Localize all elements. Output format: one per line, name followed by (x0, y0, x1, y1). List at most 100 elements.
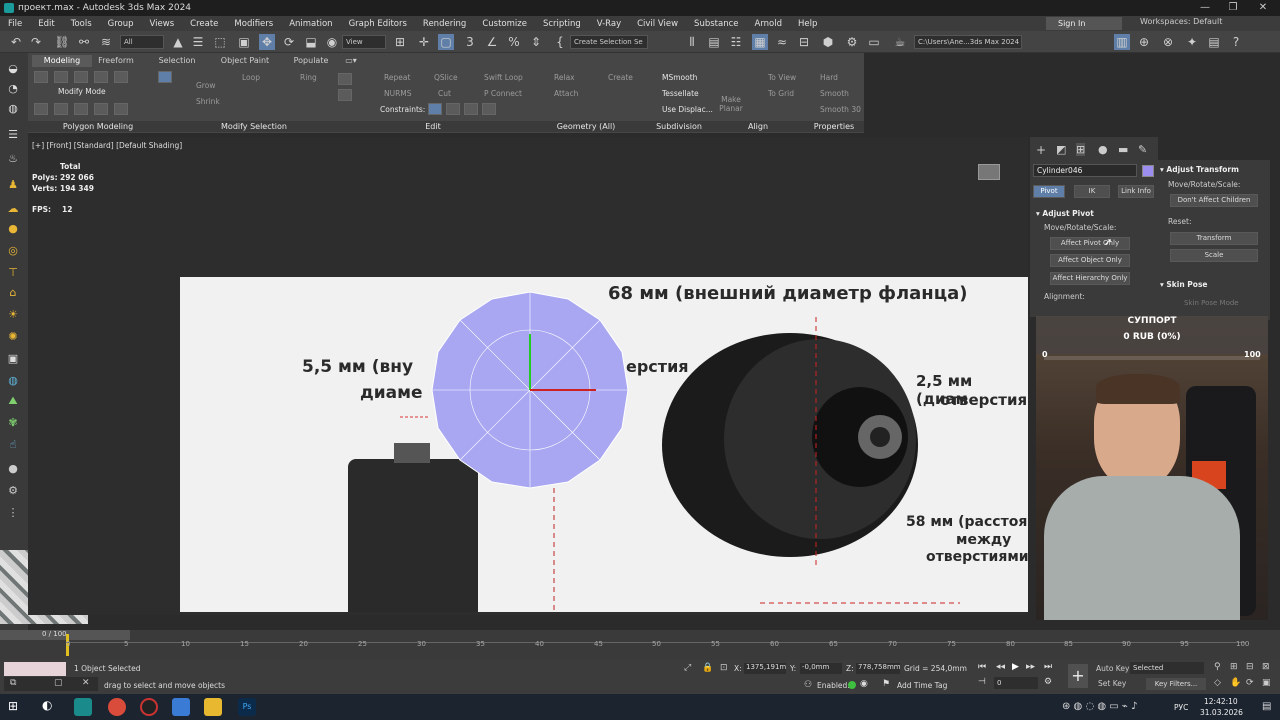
affect-object-only-button[interactable]: Affect Object Only (1050, 254, 1130, 267)
time-tag-circle-icon[interactable]: ◉ (860, 679, 868, 689)
zoom-extents-all-icon[interactable]: ⊠ (1262, 662, 1270, 672)
grass-icon[interactable]: ✾ (5, 415, 21, 431)
use-displace-button[interactable]: Use Displac... (662, 105, 713, 114)
mirror-icon[interactable]: ⫴ (684, 34, 700, 50)
constraint-normal-button[interactable] (482, 103, 496, 115)
time-config-icon[interactable]: ⚙ (1044, 677, 1052, 687)
ik-tab-button[interactable]: IK (1074, 185, 1110, 198)
repeat-button[interactable]: Repeat (384, 73, 410, 82)
edit-tool-a[interactable] (338, 73, 352, 85)
ribbon-options-icon[interactable]: ▭▾ (344, 55, 358, 67)
isolate-icon[interactable]: ⤢ (684, 663, 691, 673)
edit-tool-b[interactable] (338, 89, 352, 101)
sun-alt-icon[interactable]: ✺ (5, 329, 21, 345)
tab-populate[interactable]: Populate (284, 55, 338, 67)
maximize-viewport-icon[interactable]: ▣ (1262, 678, 1271, 688)
snaps-toggle-icon[interactable]: 3 (462, 34, 478, 50)
3dsmax-taskbar-icon[interactable] (74, 698, 92, 716)
script-icon[interactable]: ⧉ (10, 678, 16, 688)
explorer-taskbar-icon[interactable] (204, 698, 222, 716)
reference-coord-dropdown[interactable]: View (342, 35, 386, 49)
display-tab-icon[interactable]: ▬ (1118, 143, 1128, 156)
minimize-button[interactable]: — (1192, 0, 1218, 16)
constraint-none-button[interactable] (428, 103, 442, 115)
z-coordinate-field[interactable]: 778,758mm (856, 663, 901, 674)
selection-lock-icon[interactable]: 🔒 (702, 663, 713, 673)
workspaces-dropdown[interactable]: Workspaces: Default (1140, 17, 1222, 26)
sun-icon[interactable]: ☀ (5, 307, 21, 323)
object-name-field[interactable]: Cylinder046 (1033, 164, 1137, 177)
tab-selection[interactable]: Selection (148, 55, 206, 67)
edit-named-sets-icon[interactable]: { (552, 34, 568, 50)
script-close-icon[interactable]: ✕ (82, 678, 90, 688)
group-geometry[interactable]: Geometry (All) (526, 121, 646, 132)
menu-edit[interactable]: Edit (30, 19, 62, 29)
clock-date[interactable]: 31.03.2026 (1200, 708, 1243, 717)
menu-views[interactable]: Views (142, 19, 183, 29)
reset-scale-button[interactable]: Scale (1170, 249, 1258, 262)
play-icon[interactable]: ▶ (1012, 662, 1019, 672)
key-filters-button[interactable]: Key Filters... (1146, 678, 1206, 690)
loop-button[interactable]: Loop (242, 73, 260, 82)
hierarchy-tab-icon[interactable]: ⊞ (1076, 143, 1086, 156)
object-color-swatch[interactable] (1142, 165, 1154, 177)
windows-start-icon[interactable]: ⊞ (8, 699, 18, 713)
maxscript-listener[interactable] (4, 662, 66, 676)
msmooth-button[interactable]: MSmooth (662, 73, 697, 82)
zoom-icon[interactable]: ⚲ (1214, 662, 1221, 672)
grow-button[interactable]: Grow (196, 81, 215, 90)
time-tag-icon[interactable]: ⚇ (804, 680, 812, 690)
dont-affect-children-button[interactable]: Don't Affect Children (1170, 194, 1258, 207)
omni-light-icon[interactable]: ◎ (5, 243, 21, 259)
menu-substance[interactable]: Substance (686, 19, 746, 29)
ribbon-toggle-icon[interactable]: ▦ (752, 34, 768, 50)
edge-mode-button[interactable] (54, 71, 68, 83)
place-icon[interactable]: ◉ (324, 34, 340, 50)
menu-graph-editors[interactable]: Graph Editors (341, 19, 415, 29)
reset-transform-button[interactable]: Transform (1170, 232, 1258, 245)
field-of-view-icon[interactable]: ◇ (1214, 678, 1221, 688)
adjust-transform-rollout[interactable]: ▾ Adjust Transform (1160, 165, 1239, 174)
align-icon[interactable]: ▤ (706, 34, 722, 50)
poly-tool-1[interactable] (34, 103, 48, 115)
vertex-mode-button[interactable] (34, 71, 48, 83)
menu-arnold[interactable]: Arnold (747, 19, 791, 29)
selection-toggle-button[interactable] (158, 71, 172, 83)
select-manipulate-icon[interactable]: ✛ (416, 34, 432, 50)
link-info-tab-button[interactable]: Link Info (1118, 185, 1154, 198)
modify-tab-icon[interactable]: ◩ (1056, 143, 1066, 156)
maximize-button[interactable]: ❐ (1220, 0, 1246, 16)
menu-civil-view[interactable]: Civil View (629, 19, 686, 29)
spot-light-icon[interactable]: ⊤ (5, 265, 21, 281)
attach-button[interactable]: Attach (554, 89, 578, 98)
project-path-dropdown[interactable]: C:\Users\Ane...3ds Max 2024 (914, 35, 1022, 49)
menu-tools[interactable]: Tools (63, 19, 100, 29)
orbit-icon[interactable]: ⟳ (1246, 678, 1254, 688)
quad-icon[interactable]: ◔ (5, 81, 21, 97)
viewport-label[interactable]: [+] [Front] [Standard] [Default Shading] (32, 141, 182, 150)
key-mode-icon[interactable]: ⊣ (978, 677, 986, 687)
notification-icon[interactable]: ▤ (1262, 701, 1271, 712)
timeline[interactable]: 0 / 100 (0, 630, 1280, 660)
schematic-view-icon[interactable]: ⊟ (796, 34, 812, 50)
arnold-render-icon[interactable]: ⊗ (1160, 34, 1176, 50)
pivot-tab-button[interactable]: Pivot (1033, 185, 1065, 198)
constraint-edge-button[interactable] (446, 103, 460, 115)
undo-icon[interactable]: ↶ (8, 34, 24, 50)
menu-group[interactable]: Group (100, 19, 142, 29)
curve-editor-icon[interactable]: ≈ (774, 34, 790, 50)
angle-snap-icon[interactable]: ∠ (484, 34, 500, 50)
close-button[interactable]: ✕ (1250, 0, 1276, 16)
menu-help[interactable]: Help (790, 19, 825, 29)
render-frame-icon[interactable]: ▭ (866, 34, 882, 50)
set-key-icon[interactable]: + (1068, 664, 1088, 688)
utilities-tab-icon[interactable]: ✎ (1138, 143, 1147, 156)
smooth30-button[interactable]: Smooth 30 (820, 105, 861, 114)
group-align[interactable]: Align (712, 121, 804, 132)
viewcube-icon[interactable] (978, 164, 1000, 180)
zoom-all-icon[interactable]: ⊞ (1230, 662, 1238, 672)
input-language[interactable]: РУС (1174, 703, 1188, 712)
x-coordinate-field[interactable]: 1375,191m (744, 663, 786, 674)
menu-create[interactable]: Create (182, 19, 226, 29)
photoshop-taskbar-icon[interactable]: Ps (238, 698, 256, 716)
